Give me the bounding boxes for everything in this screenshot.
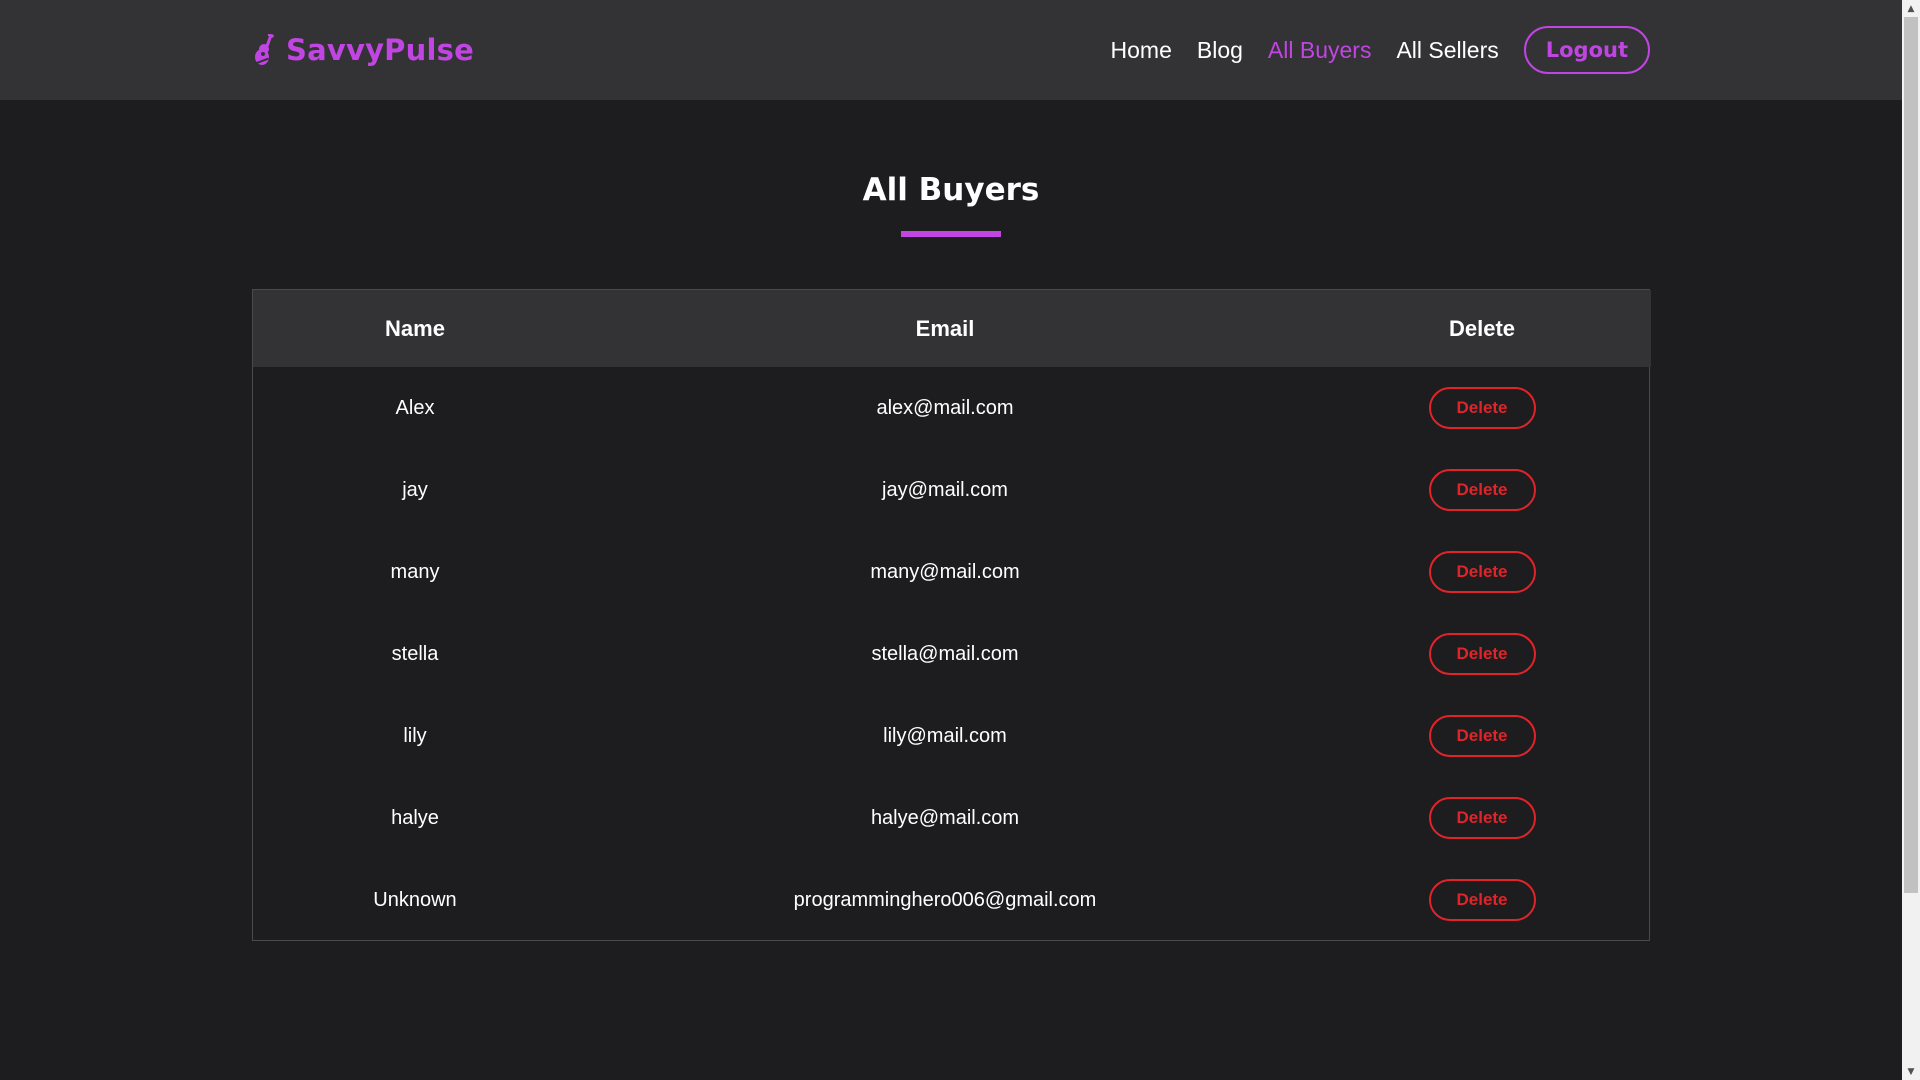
buyer-email: many@mail.com xyxy=(870,560,1020,583)
brand-name: SavvyPulse xyxy=(286,33,474,67)
nav-link-all-buyers[interactable]: All Buyers xyxy=(1268,37,1372,64)
column-header-name: Name xyxy=(385,315,445,341)
buyer-email: stella@mail.com xyxy=(871,642,1019,665)
scroll-up-arrow-icon[interactable]: ▲ xyxy=(1902,0,1920,17)
table-row: lily lily@mail.com Delete xyxy=(253,695,1651,777)
guitar-icon xyxy=(252,33,278,66)
delete-button[interactable]: Delete xyxy=(1428,633,1536,675)
page: SavvyPulse Home Blog All Buyers All Sell… xyxy=(0,0,1902,1080)
navbar: SavvyPulse Home Blog All Buyers All Sell… xyxy=(0,0,1902,100)
nav-link-blog[interactable]: Blog xyxy=(1197,37,1243,64)
scroll-down-arrow-icon[interactable]: ▼ xyxy=(1902,1063,1920,1080)
table-row: stella stella@mail.com Delete xyxy=(253,613,1651,695)
delete-cell: Delete xyxy=(1313,695,1651,777)
column-header-email: Email xyxy=(915,315,975,341)
buyer-email: halye@mail.com xyxy=(870,806,1020,829)
delete-button[interactable]: Delete xyxy=(1428,551,1536,593)
delete-cell: Delete xyxy=(1313,777,1651,859)
delete-cell: Delete xyxy=(1313,449,1651,531)
table-row: Alex alex@mail.com Delete xyxy=(253,367,1651,449)
buyer-email: programminghero006@gmail.com xyxy=(793,888,1097,911)
buyer-email: jay@mail.com xyxy=(882,478,1008,501)
table-row: Unknown programminghero006@gmail.com Del… xyxy=(253,859,1651,941)
buyer-name: jay xyxy=(402,478,428,501)
brand-logo-link[interactable]: SavvyPulse xyxy=(252,26,474,74)
buyers-table-container: Name Email Delete Alex alex@mail.com Del… xyxy=(252,289,1651,941)
page-title: All Buyers xyxy=(862,172,1040,208)
buyers-table: Name Email Delete Alex alex@mail.com Del… xyxy=(253,290,1651,941)
table-row: jay jay@mail.com Delete xyxy=(253,449,1651,531)
buyer-email: lily@mail.com xyxy=(883,724,1007,747)
nav-links: Home Blog All Buyers All Sellers Logout xyxy=(1086,24,1650,76)
delete-button[interactable]: Delete xyxy=(1428,469,1536,511)
buyer-name: many xyxy=(390,560,440,583)
delete-cell: Delete xyxy=(1313,859,1651,941)
table-header: Name Email Delete xyxy=(253,290,1651,367)
buyer-name: Unknown xyxy=(373,888,457,911)
scrollbar-thumb[interactable] xyxy=(1904,17,1918,893)
delete-button[interactable]: Delete xyxy=(1428,715,1536,757)
table-body: Alex alex@mail.com Delete jay jay@mail.c… xyxy=(253,367,1651,941)
delete-cell: Delete xyxy=(1313,531,1651,613)
delete-cell: Delete xyxy=(1313,367,1651,449)
buyer-name: lily xyxy=(403,724,427,747)
vertical-scrollbar[interactable]: ▲ ▼ xyxy=(1902,0,1920,1080)
nav-link-all-sellers[interactable]: All Sellers xyxy=(1396,37,1498,64)
buyer-email: alex@mail.com xyxy=(876,396,1014,419)
table-row: halye halye@mail.com Delete xyxy=(253,777,1651,859)
buyer-name: stella xyxy=(391,642,439,665)
delete-button[interactable]: Delete xyxy=(1428,387,1536,429)
logout-button[interactable]: Logout xyxy=(1523,26,1650,74)
title-underline xyxy=(901,231,1001,237)
column-header-delete: Delete xyxy=(1448,315,1516,341)
buyer-name: halye xyxy=(391,806,439,829)
table-header-row: Name Email Delete xyxy=(253,290,1651,367)
buyer-name: Alex xyxy=(395,396,435,419)
delete-cell: Delete xyxy=(1313,613,1651,695)
table-row: many many@mail.com Delete xyxy=(253,531,1651,613)
delete-button[interactable]: Delete xyxy=(1428,879,1536,921)
delete-button[interactable]: Delete xyxy=(1428,797,1536,839)
nav-link-home[interactable]: Home xyxy=(1111,37,1172,64)
